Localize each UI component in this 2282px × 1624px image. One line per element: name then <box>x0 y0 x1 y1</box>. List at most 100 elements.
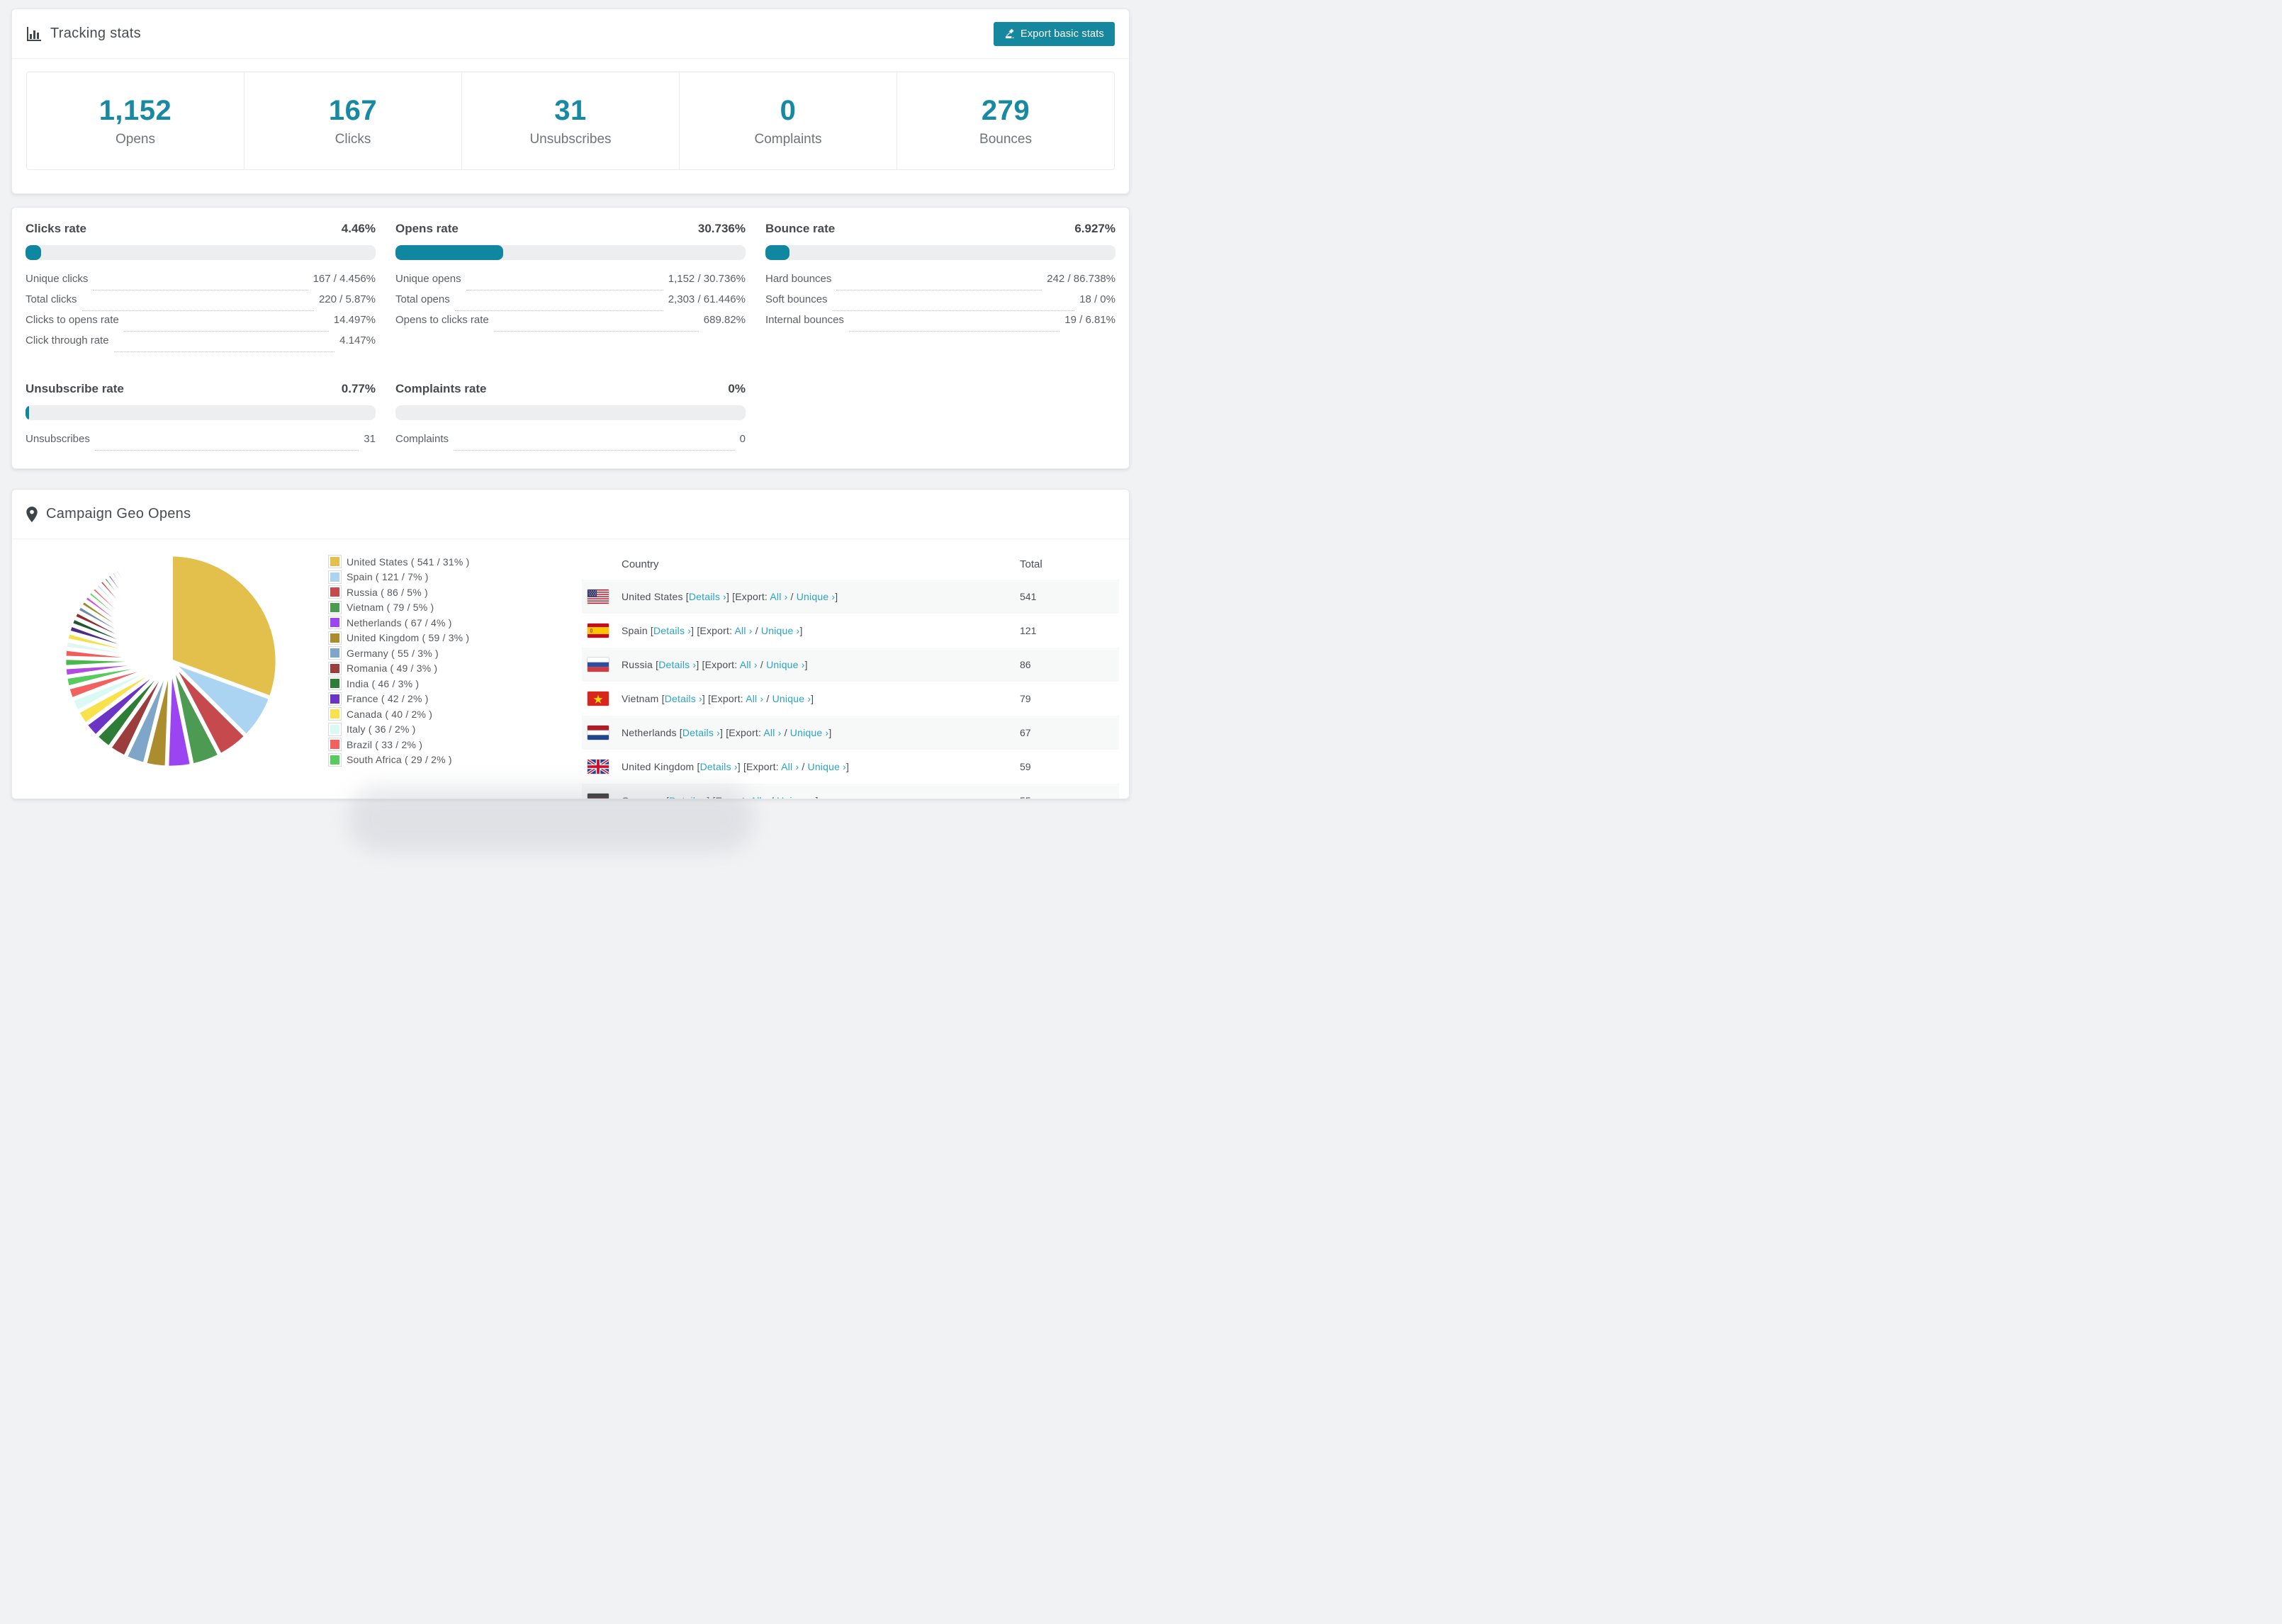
legend-item[interactable]: Netherlands ( 67 / 4% ) <box>330 615 470 631</box>
rate-title: Complaints rate <box>395 382 487 395</box>
legend-label: United Kingdom ( 59 / 3% ) <box>347 632 470 644</box>
export-unique-link[interactable]: Unique › <box>797 591 836 602</box>
legend-item[interactable]: United Kingdom ( 59 / 3% ) <box>330 631 470 646</box>
metric-value: 31 <box>364 433 376 445</box>
legend-item[interactable]: Germany ( 55 / 3% ) <box>330 645 470 661</box>
export-all-link[interactable]: All › <box>770 591 787 602</box>
export-all-link[interactable]: All › <box>735 625 753 636</box>
legend-item[interactable]: United States ( 541 / 31% ) <box>330 554 470 570</box>
dotted-leader <box>832 310 1075 311</box>
bracket-close: ] <box>835 591 838 602</box>
table-row: Germany [Details ›] [Export: All › / Uni… <box>582 784 1119 799</box>
bracket-close: ] <box>811 693 814 704</box>
legend-item[interactable]: France ( 42 / 2% ) <box>330 692 470 707</box>
legend-swatch <box>330 618 339 628</box>
details-link[interactable]: Details › <box>689 591 726 602</box>
bracket-mid: ] [Export: <box>720 727 764 738</box>
legend-item[interactable]: Vietnam ( 79 / 5% ) <box>330 600 470 616</box>
legend-item[interactable]: Russia ( 86 / 5% ) <box>330 585 470 600</box>
country-column-header: Country <box>622 558 659 570</box>
legend-item[interactable]: Canada ( 40 / 2% ) <box>330 706 470 722</box>
country-name: Spain <box>622 625 651 636</box>
export-unique-link[interactable]: Unique › <box>772 693 811 704</box>
legend-label: United States ( 541 / 31% ) <box>347 556 470 568</box>
country-total: 67 <box>1020 727 1031 738</box>
country-total: 79 <box>1020 693 1031 704</box>
details-link[interactable]: Details › <box>653 625 691 636</box>
stat-cell: 167 Clicks <box>244 72 462 169</box>
export-all-link[interactable]: All › <box>746 693 763 704</box>
export-all-link[interactable]: All › <box>751 795 768 799</box>
total-column-header: Total <box>1020 558 1042 570</box>
country-name: Germany <box>622 795 666 799</box>
metric-value: 19 / 6.81% <box>1064 314 1115 326</box>
rate-block: Complaints rate 0% Complaints 0 <box>395 382 746 453</box>
country-flag-icon <box>588 760 609 774</box>
export-unique-link[interactable]: Unique › <box>790 727 829 738</box>
legend-label: Canada ( 40 / 2% ) <box>347 708 433 720</box>
legend-label: Netherlands ( 67 / 4% ) <box>347 616 452 628</box>
metric-row: Unsubscribes 31 <box>26 433 376 453</box>
legend-item[interactable]: Spain ( 121 / 7% ) <box>330 570 470 585</box>
metric-label: Clicks to opens rate <box>26 314 119 326</box>
bracket-close: ] <box>846 761 850 772</box>
stat-cell: 1,152 Opens <box>27 72 244 169</box>
legend-item[interactable]: Romania ( 49 / 3% ) <box>330 661 470 677</box>
rate-block: Unsubscribe rate 0.77% Unsubscribes 31 <box>26 382 376 453</box>
rate-rows: Hard bounces 242 / 86.738% Soft bounces … <box>765 273 1115 334</box>
legend-item[interactable]: Brazil ( 33 / 2% ) <box>330 737 470 752</box>
dotted-leader <box>848 331 1060 332</box>
metric-label: Soft bounces <box>765 293 828 305</box>
export-all-link[interactable]: All › <box>740 659 758 670</box>
country-total: 59 <box>1020 761 1031 772</box>
slash: / <box>752 625 761 636</box>
legend-swatch <box>330 602 339 612</box>
metric-row: Complaints 0 <box>395 433 746 453</box>
bracket-mid: ] [Export: <box>726 591 770 602</box>
country-flag-icon <box>588 794 609 799</box>
geo-title-wrap: Campaign Geo Opens <box>26 506 191 522</box>
legend-item[interactable]: South Africa ( 29 / 2% ) <box>330 752 470 768</box>
export-icon <box>1005 28 1014 39</box>
export-unique-link[interactable]: Unique › <box>777 795 816 799</box>
progress-bar-fill <box>765 245 790 260</box>
rate-value: 4.46% <box>341 222 376 235</box>
slash: / <box>781 727 790 738</box>
country-flag-icon <box>588 624 609 638</box>
export-unique-link[interactable]: Unique › <box>766 659 805 670</box>
export-all-link[interactable]: All › <box>763 727 781 738</box>
geo-legend: United States ( 541 / 31% ) Spain ( 121 … <box>330 554 470 767</box>
details-link[interactable]: Details › <box>658 659 696 670</box>
details-link[interactable]: Details › <box>682 727 720 738</box>
legend-item[interactable]: India ( 46 / 3% ) <box>330 676 470 692</box>
details-link[interactable]: Details › <box>669 795 707 799</box>
legend-item[interactable]: Italy ( 36 / 2% ) <box>330 722 470 738</box>
stat-label: Opens <box>116 131 155 147</box>
progress-bar <box>395 245 746 260</box>
geo-pie-chart <box>64 555 277 767</box>
map-pin-icon <box>26 506 38 522</box>
export-unique-link[interactable]: Unique › <box>808 761 847 772</box>
export-unique-link[interactable]: Unique › <box>761 625 800 636</box>
dotted-leader <box>94 450 359 451</box>
stat-cell: 0 Complaints <box>680 72 897 169</box>
legend-swatch <box>330 740 339 750</box>
export-basic-stats-button[interactable]: Export basic stats <box>993 21 1115 46</box>
stat-value: 167 <box>328 94 378 126</box>
metric-row: Hard bounces 242 / 86.738% <box>765 273 1115 293</box>
metric-row: Total clicks 220 / 5.87% <box>26 293 376 314</box>
page-title: Tracking stats <box>50 26 141 41</box>
legend-swatch <box>330 572 339 582</box>
legend-label: Brazil ( 33 / 2% ) <box>347 738 423 750</box>
metric-label: Total opens <box>395 293 450 305</box>
legend-label: France ( 42 / 2% ) <box>347 693 429 705</box>
details-link[interactable]: Details › <box>665 693 702 704</box>
stat-label: Complaints <box>754 131 822 147</box>
progress-bar <box>26 245 376 260</box>
details-link[interactable]: Details › <box>700 761 738 772</box>
dotted-leader <box>466 290 663 291</box>
bracket-mid: ] [Export: <box>737 761 782 772</box>
country-flag-icon <box>588 658 609 672</box>
export-all-link[interactable]: All › <box>781 761 799 772</box>
stats-summary: 1,152 Opens 167 Clicks 31 Unsubscribes 0… <box>12 59 1129 183</box>
